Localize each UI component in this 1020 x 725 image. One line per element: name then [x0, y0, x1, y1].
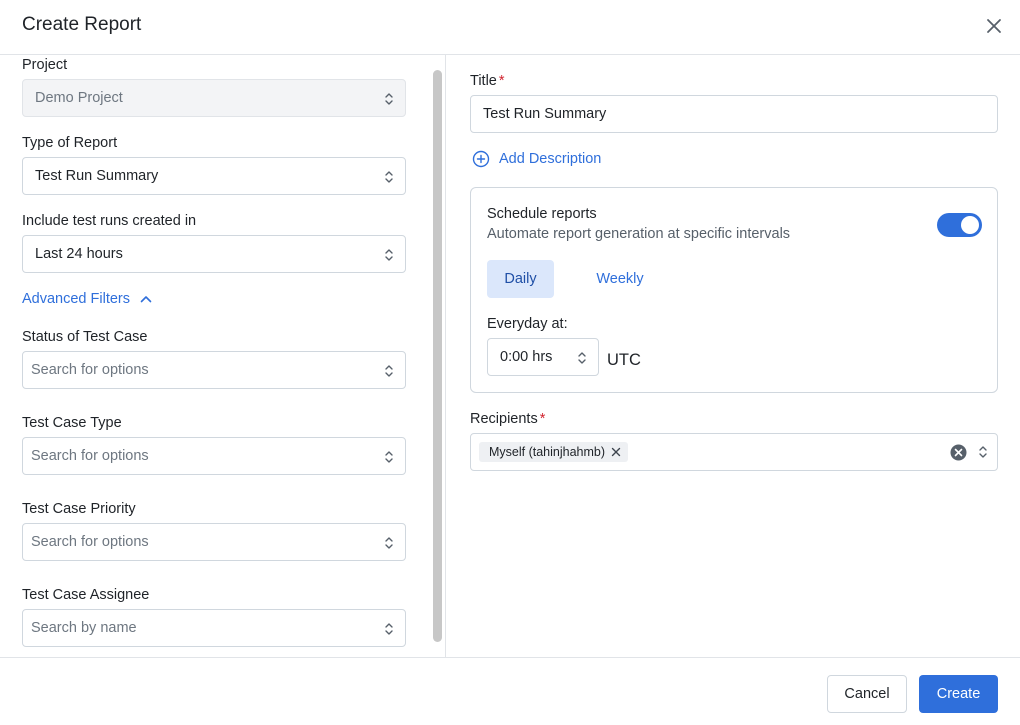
schedule-title: Schedule reports — [487, 206, 597, 222]
report-type-value: Test Run Summary — [35, 168, 159, 184]
plus-circle-icon — [472, 150, 490, 168]
select-arrows-icon — [385, 93, 393, 105]
status-placeholder: Search for options — [31, 362, 149, 378]
report-type-label: Type of Report — [22, 135, 118, 151]
schedule-subtitle: Automate report generation at specific i… — [487, 226, 791, 242]
advanced-filters-label: Advanced Filters — [22, 291, 130, 307]
scrollbar-thumb[interactable] — [433, 70, 442, 642]
time-range-value: Last 24 hours — [35, 246, 123, 262]
select-arrows-icon — [385, 249, 393, 261]
select-arrows-icon — [385, 171, 393, 183]
project-value: Demo Project — [35, 90, 123, 106]
add-description-button[interactable]: Add Description — [472, 150, 601, 168]
case-type-label: Test Case Type — [22, 415, 122, 431]
priority-label: Test Case Priority — [22, 501, 136, 517]
tab-daily[interactable]: Daily — [487, 260, 554, 298]
close-icon — [611, 447, 621, 457]
case-type-placeholder: Search for options — [31, 448, 149, 464]
dialog-footer: Cancel Create — [0, 657, 1020, 725]
tab-weekly[interactable]: Weekly — [585, 260, 655, 298]
project-label: Project — [22, 57, 68, 73]
select-arrows-icon — [578, 352, 586, 364]
select-arrows-icon — [385, 623, 393, 635]
title-label-text: Title — [470, 73, 497, 89]
schedule-card: Schedule reports Automate report generat… — [470, 187, 998, 393]
timezone-label: UTC — [607, 351, 641, 369]
everyday-label: Everyday at: — [487, 316, 568, 332]
title-label: Title * — [470, 73, 505, 89]
assignee-label: Test Case Assignee — [22, 587, 150, 603]
select-arrows-icon — [979, 446, 987, 458]
toggle-knob — [961, 216, 979, 234]
time-value: 0:00 hrs — [500, 349, 553, 365]
time-range-select[interactable]: Last 24 hours — [22, 235, 406, 273]
recipients-label-text: Recipients — [470, 411, 538, 427]
title-input-value: Test Run Summary — [483, 106, 607, 122]
project-select: Demo Project — [22, 79, 406, 117]
pane-divider — [445, 55, 446, 657]
clear-all-icon[interactable] — [950, 444, 967, 461]
assignee-placeholder: Search by name — [31, 620, 137, 636]
priority-placeholder: Search for options — [31, 534, 149, 550]
status-select[interactable]: Search for options — [22, 351, 406, 389]
chevron-up-icon — [140, 296, 152, 303]
close-button[interactable] — [982, 14, 1006, 38]
required-mark: * — [539, 411, 546, 427]
priority-select[interactable]: Search for options — [22, 523, 406, 561]
title-input[interactable]: Test Run Summary — [470, 95, 998, 133]
create-button[interactable]: Create — [919, 675, 998, 713]
cancel-button[interactable]: Cancel — [827, 675, 907, 713]
dialog-header: Create Report — [0, 0, 1020, 55]
schedule-toggle[interactable] — [937, 213, 982, 237]
report-type-select[interactable]: Test Run Summary — [22, 157, 406, 195]
add-description-label: Add Description — [499, 151, 602, 167]
time-select[interactable]: 0:00 hrs — [487, 338, 599, 376]
select-arrows-icon — [385, 451, 393, 463]
recipients-select[interactable]: Myself (tahinjhahmb) — [470, 433, 998, 471]
dialog-title: Create Report — [22, 14, 142, 35]
case-type-select[interactable]: Search for options — [22, 437, 406, 475]
time-range-label: Include test runs created in — [22, 213, 197, 229]
required-mark: * — [498, 73, 505, 89]
recipient-chip-label: Myself (tahinjhahmb) — [489, 445, 606, 459]
select-arrows-icon — [385, 537, 393, 549]
status-label: Status of Test Case — [22, 329, 148, 345]
select-arrows-icon — [385, 365, 393, 377]
close-icon — [987, 19, 1001, 33]
recipients-label: Recipients * — [470, 411, 545, 427]
remove-chip-button[interactable] — [610, 446, 622, 458]
assignee-select[interactable]: Search by name — [22, 609, 406, 647]
filters-pane[interactable]: Project Demo Project Type of Report Test… — [0, 55, 430, 657]
advanced-filters-toggle[interactable]: Advanced Filters — [22, 291, 152, 307]
recipient-chip: Myself (tahinjhahmb) — [479, 442, 629, 462]
